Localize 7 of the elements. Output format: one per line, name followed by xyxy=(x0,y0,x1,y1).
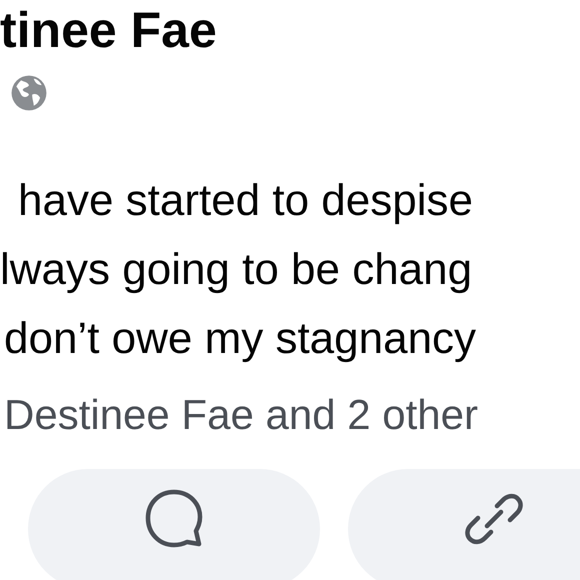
globe-icon xyxy=(10,74,48,112)
reactions-summary[interactable]: Destinee Fae and 2 other xyxy=(4,387,478,443)
share-button[interactable] xyxy=(348,469,580,580)
author-name[interactable]: tinee Fae xyxy=(0,2,217,58)
post-text: don’t owe my stagnancy xyxy=(4,313,476,365)
post-text: have started to despise xyxy=(18,175,473,227)
post-text: lways going to be chang xyxy=(0,244,472,296)
